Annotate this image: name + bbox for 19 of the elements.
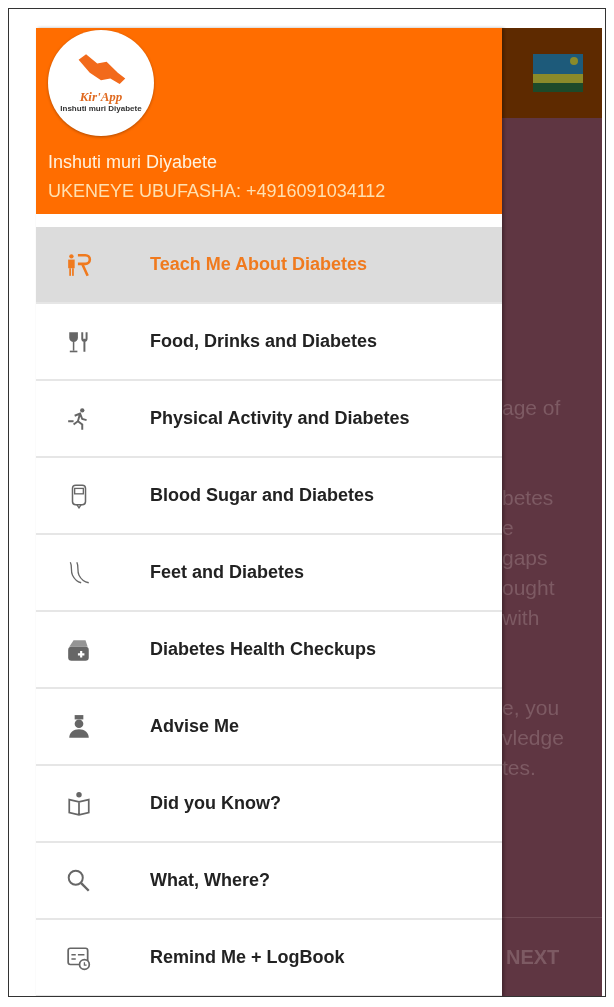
- menu-item[interactable]: Did you Know?: [36, 766, 502, 843]
- helpline-text: UKENEYE UBUFASHA: +4916091034112: [48, 180, 387, 203]
- book-icon: [66, 790, 92, 817]
- menu-item[interactable]: Remind Me + LogBook: [36, 920, 502, 996]
- logo-tagline: Inshuti muri Diyabete: [60, 104, 142, 114]
- calendar-clock-icon: [66, 944, 92, 971]
- menu-item[interactable]: What, Where?: [36, 843, 502, 920]
- doctor-icon: [66, 713, 92, 740]
- menu-item[interactable]: Diabetes Health Checkups: [36, 612, 502, 689]
- menu-item[interactable]: Feet and Diabetes: [36, 535, 502, 612]
- menu-item[interactable]: Advise Me: [36, 689, 502, 766]
- drawer-title: Inshuti muri Diyabete: [48, 151, 219, 174]
- search-icon: [66, 867, 92, 894]
- teacher-icon: [66, 251, 92, 278]
- menu-item[interactable]: Food, Drinks and Diabetes: [36, 304, 502, 381]
- flag-icon[interactable]: [533, 54, 583, 92]
- menu-item[interactable]: Physical Activity and Diabetes: [36, 381, 502, 458]
- logo-name: Kir'App: [79, 90, 123, 104]
- menu-item[interactable]: Blood Sugar and Diabetes: [36, 458, 502, 535]
